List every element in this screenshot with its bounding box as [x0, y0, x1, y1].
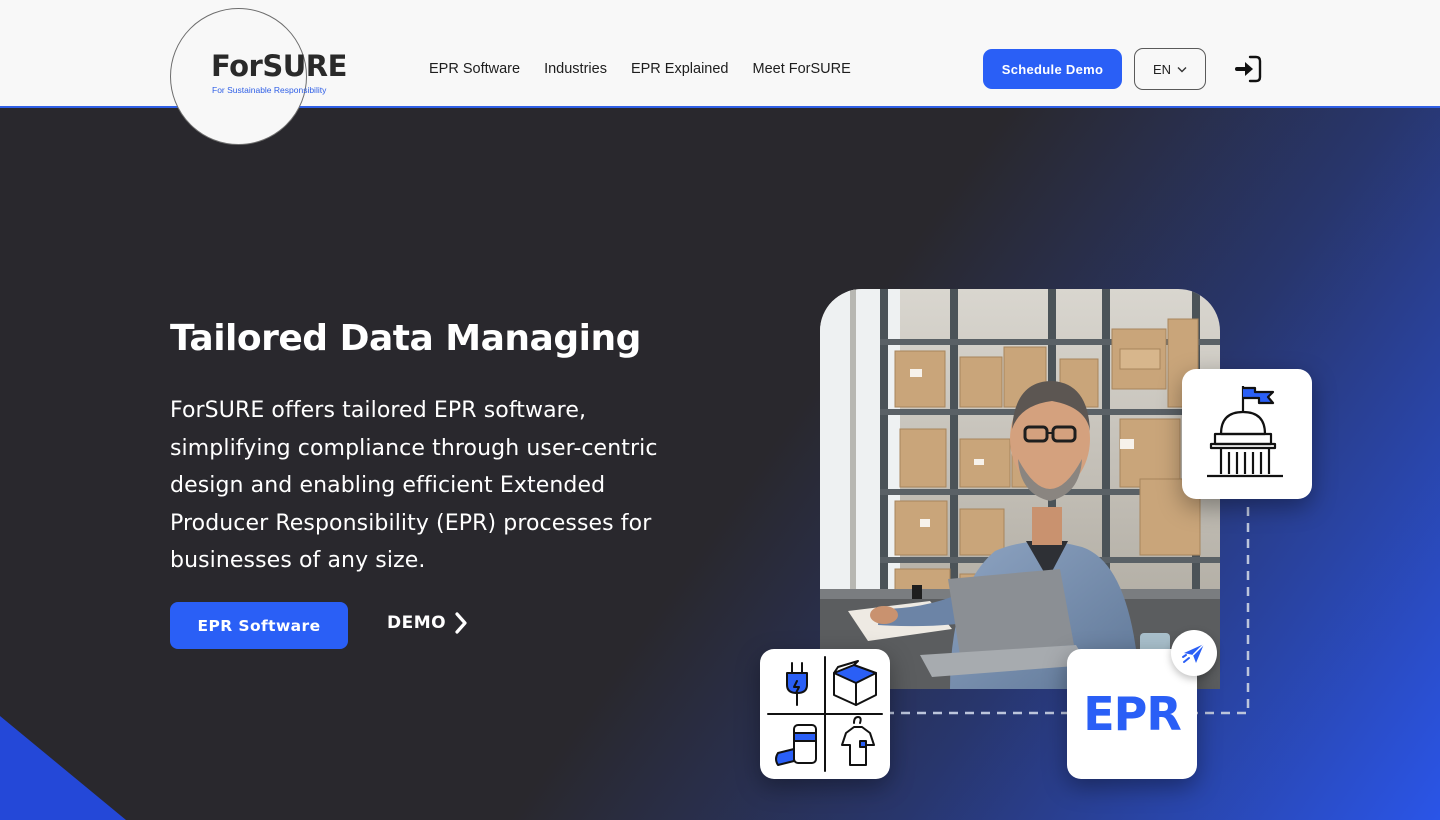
- language-selector[interactable]: EN: [1134, 48, 1206, 90]
- schedule-demo-button[interactable]: Schedule Demo: [983, 49, 1122, 89]
- demo-link[interactable]: DEMO: [387, 612, 468, 634]
- send-badge: [1171, 630, 1217, 676]
- warehouse-scene-image: [820, 289, 1220, 689]
- nav-industries[interactable]: Industries: [544, 60, 607, 78]
- government-building-icon: [1207, 386, 1283, 478]
- product-categories-icon: [767, 656, 883, 772]
- nav-epr-explained[interactable]: EPR Explained: [631, 60, 729, 78]
- nav-meet-forsure[interactable]: Meet ForSURE: [752, 60, 850, 78]
- chevron-right-icon: [455, 612, 467, 634]
- main-nav: EPR Software Industries EPR Explained Me…: [429, 60, 875, 78]
- logo-wordmark[interactable]: ForSURE: [211, 52, 347, 81]
- corner-accent: [0, 716, 126, 820]
- hero-title: Tailored Data Managing: [170, 318, 641, 359]
- chevron-down-icon: [1177, 66, 1187, 72]
- language-label: EN: [1152, 61, 1172, 77]
- demo-link-label: DEMO: [387, 613, 447, 633]
- login-icon[interactable]: [1234, 54, 1262, 84]
- epr-card-text: EPR: [1083, 687, 1182, 741]
- send-icon: [1182, 643, 1205, 663]
- product-categories-card: [760, 649, 890, 779]
- hero-description: ForSURE offers tailored EPR software, si…: [170, 398, 658, 573]
- nav-epr-software[interactable]: EPR Software: [429, 60, 520, 78]
- government-card: [1182, 369, 1312, 499]
- warehouse-photo: [820, 289, 1220, 689]
- epr-software-button[interactable]: EPR Software: [170, 602, 348, 649]
- logo-tagline: For Sustainable Responsibility: [212, 85, 327, 95]
